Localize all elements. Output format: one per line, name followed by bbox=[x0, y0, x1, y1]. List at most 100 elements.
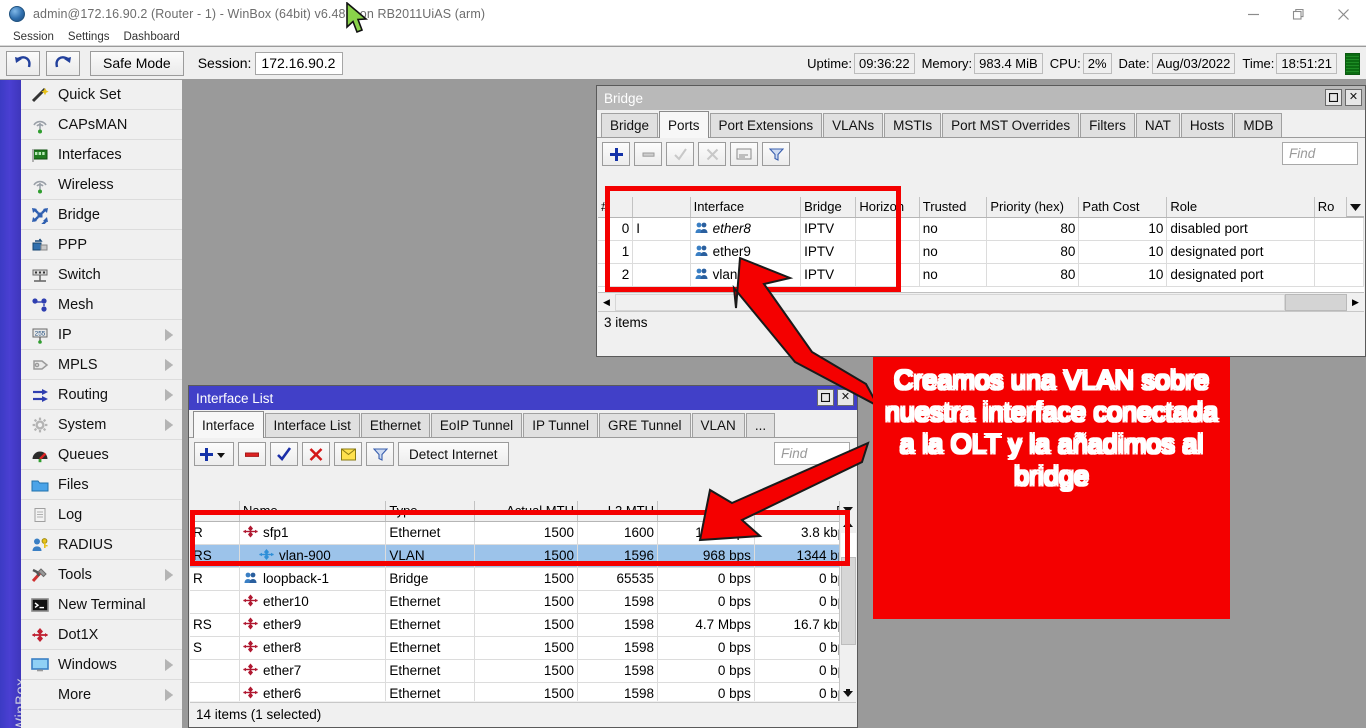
table-row[interactable]: Rsfp1Ethernet150016001032 bps3.8 kbps bbox=[190, 521, 856, 544]
hscroll-right-icon[interactable]: ▶ bbox=[1347, 294, 1364, 311]
column-header[interactable]: Interface bbox=[690, 197, 801, 217]
sidebar-item-radius[interactable]: RADIUS bbox=[21, 530, 182, 560]
sidebar-item-routing[interactable]: Routing bbox=[21, 380, 182, 410]
remove-icon[interactable] bbox=[634, 142, 662, 166]
vscroll-thumb[interactable] bbox=[841, 557, 856, 645]
sidebar-item-capsman[interactable]: CAPsMAN bbox=[21, 110, 182, 140]
tab-eoip-tunnel[interactable]: EoIP Tunnel bbox=[431, 413, 522, 437]
sidebar-item-switch[interactable]: Switch bbox=[21, 260, 182, 290]
sidebar-item-interfaces[interactable]: Interfaces bbox=[21, 140, 182, 170]
sidebar-item-dot1x[interactable]: Dot1X bbox=[21, 620, 182, 650]
sidebar-item-queues[interactable]: Queues bbox=[21, 440, 182, 470]
tab-hosts[interactable]: Hosts bbox=[1181, 113, 1234, 137]
column-header[interactable]: Trusted bbox=[919, 197, 987, 217]
redo-button[interactable] bbox=[46, 51, 80, 76]
add-icon[interactable] bbox=[602, 142, 630, 166]
table-row[interactable]: 0Iether8IPTVno8010disabled port bbox=[598, 217, 1364, 240]
bridge-tab-strip[interactable]: BridgePortsPort ExtensionsVLANsMSTIsPort… bbox=[597, 110, 1365, 138]
sidebar-item-system[interactable]: System bbox=[21, 410, 182, 440]
comment-icon[interactable] bbox=[730, 142, 758, 166]
tab-port-extensions[interactable]: Port Extensions bbox=[710, 113, 823, 137]
tab-interface[interactable]: Interface bbox=[193, 411, 264, 438]
column-header[interactable]: L2 MTU bbox=[577, 501, 657, 521]
sidebar-item-mpls[interactable]: MPLS bbox=[21, 350, 182, 380]
column-header[interactable]: Actual MTU bbox=[474, 501, 577, 521]
column-header[interactable]: Tx bbox=[657, 501, 754, 521]
menu-dashboard[interactable]: Dashboard bbox=[116, 28, 186, 46]
sidebar-item-mesh[interactable]: Mesh bbox=[21, 290, 182, 320]
remove-icon[interactable] bbox=[238, 442, 266, 466]
sidebar-item-wireless[interactable]: Wireless bbox=[21, 170, 182, 200]
sidebar-item-log[interactable]: Log bbox=[21, 500, 182, 530]
menu-settings[interactable]: Settings bbox=[61, 28, 117, 46]
bridge-window-buttons[interactable]: ✕ bbox=[1325, 89, 1362, 106]
sidebar-item-bridge[interactable]: Bridge bbox=[21, 200, 182, 230]
table-row[interactable]: RSvlan-900VLAN15001596968 bps1344 bps bbox=[190, 544, 856, 567]
column-header[interactable]: # bbox=[598, 197, 633, 217]
app-menu-bar[interactable]: Session Settings Dashboard bbox=[0, 28, 1366, 46]
column-header[interactable] bbox=[633, 197, 690, 217]
column-header[interactable]: Name bbox=[239, 501, 385, 521]
tab-mstis[interactable]: MSTIs bbox=[884, 113, 941, 137]
interface-vscrollbar[interactable] bbox=[839, 501, 856, 701]
hscroll-track[interactable] bbox=[615, 294, 1285, 311]
column-header[interactable]: Path Cost bbox=[1079, 197, 1167, 217]
tab-ethernet[interactable]: Ethernet bbox=[361, 413, 430, 437]
sidebar-item-new-terminal[interactable]: New Terminal bbox=[21, 590, 182, 620]
tab-bridge[interactable]: Bridge bbox=[601, 113, 658, 137]
sidebar-item-tools[interactable]: Tools bbox=[21, 560, 182, 590]
tab-gre-tunnel[interactable]: GRE Tunnel bbox=[599, 413, 691, 437]
table-row[interactable]: 2vlan-900IPTVno8010designated port bbox=[598, 263, 1364, 286]
table-row[interactable]: ether10Ethernet150015980 bps0 bps bbox=[190, 590, 856, 613]
interface-close-icon[interactable]: ✕ bbox=[837, 389, 854, 406]
column-header[interactable]: Role bbox=[1167, 197, 1314, 217]
undo-button[interactable] bbox=[6, 51, 40, 76]
vscroll-down-icon[interactable] bbox=[841, 685, 856, 701]
table-row[interactable]: ether7Ethernet150015980 bps0 bps bbox=[190, 659, 856, 682]
tab-vlan[interactable]: VLAN bbox=[692, 413, 745, 437]
close-icon[interactable] bbox=[1321, 0, 1366, 28]
tab-ip-tunnel[interactable]: IP Tunnel bbox=[523, 413, 598, 437]
bridge-window[interactable]: Bridge ✕ BridgePortsPort ExtensionsVLANs… bbox=[596, 85, 1366, 357]
bridge-maximize-icon[interactable] bbox=[1325, 89, 1342, 106]
bridge-toolbar[interactable]: Find bbox=[597, 138, 1365, 170]
sidebar-item-files[interactable]: Files bbox=[21, 470, 182, 500]
interface-maximize-icon[interactable] bbox=[817, 389, 834, 406]
bridge-ports-table[interactable]: #InterfaceBridgeHorizonTrustedPriority (… bbox=[598, 197, 1364, 287]
menu-session[interactable]: Session bbox=[6, 28, 61, 46]
sidebar-item-ppp[interactable]: PPP bbox=[21, 230, 182, 260]
bridge-hscrollbar[interactable]: ◀ ▶ bbox=[598, 292, 1364, 311]
interface-list-window[interactable]: Interface List ✕ InterfaceInterface List… bbox=[188, 385, 858, 728]
safe-mode-button[interactable]: Safe Mode bbox=[90, 51, 184, 76]
minimize-icon[interactable] bbox=[1231, 0, 1276, 28]
interface-find-input[interactable]: Find bbox=[774, 442, 850, 465]
vscroll-menu-icon[interactable] bbox=[841, 501, 856, 517]
table-row[interactable]: 1ether9IPTVno8010designated port bbox=[598, 240, 1364, 263]
interface-window-titlebar[interactable]: Interface List ✕ bbox=[189, 386, 857, 410]
interface-tab-strip[interactable]: InterfaceInterface ListEthernetEoIP Tunn… bbox=[189, 410, 857, 438]
comment-icon[interactable] bbox=[334, 442, 362, 466]
bridge-window-titlebar[interactable]: Bridge ✕ bbox=[597, 86, 1365, 110]
sidebar-item-quick-set[interactable]: Quick Set bbox=[21, 80, 182, 110]
table-row[interactable]: Rloopback-1Bridge1500655350 bps0 bps bbox=[190, 567, 856, 590]
table-row[interactable]: Sether8Ethernet150015980 bps0 bps bbox=[190, 636, 856, 659]
sidebar-menu[interactable]: Quick SetCAPsMANInterfacesWirelessBridge… bbox=[21, 80, 182, 710]
session-address-field[interactable]: 172.16.90.2 bbox=[255, 52, 343, 75]
bridge-close-icon[interactable]: ✕ bbox=[1345, 89, 1362, 106]
hscroll-left-icon[interactable]: ◀ bbox=[598, 294, 615, 311]
tab-filters[interactable]: Filters bbox=[1080, 113, 1135, 137]
vscroll-up-icon[interactable] bbox=[841, 517, 856, 533]
window-controls[interactable] bbox=[1231, 0, 1366, 28]
bridge-find-input[interactable]: Find bbox=[1282, 142, 1358, 165]
interface-window-buttons[interactable]: ✕ bbox=[817, 389, 854, 406]
enable-check-icon[interactable] bbox=[270, 442, 298, 466]
column-header[interactable] bbox=[190, 501, 239, 521]
column-header[interactable]: Type bbox=[386, 501, 474, 521]
sidebar-item-more[interactable]: More bbox=[21, 680, 182, 710]
interface-toolbar[interactable]: Detect Internet Find bbox=[189, 438, 857, 470]
hscroll-thumb[interactable] bbox=[1285, 294, 1347, 311]
filter-icon[interactable] bbox=[366, 442, 394, 466]
detect-internet-button[interactable]: Detect Internet bbox=[398, 442, 509, 466]
filter-icon[interactable] bbox=[762, 142, 790, 166]
column-header[interactable]: Bridge bbox=[801, 197, 856, 217]
